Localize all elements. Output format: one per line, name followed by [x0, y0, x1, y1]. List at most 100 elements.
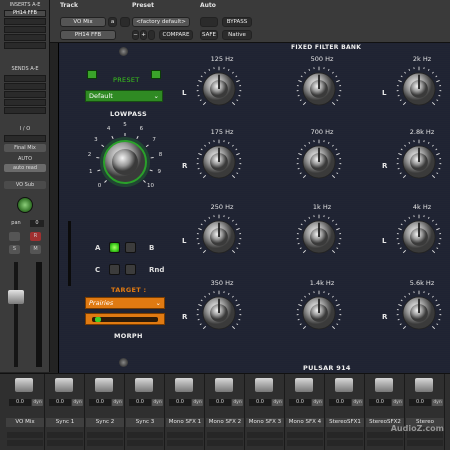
channel-fader[interactable]	[95, 378, 113, 392]
slot-a-button[interactable]	[109, 242, 120, 253]
random-button[interactable]	[125, 264, 136, 275]
slot-c-label: C	[95, 266, 101, 274]
track-selector[interactable]: VO Mix	[60, 17, 106, 27]
channel-name[interactable]: Mono SFX 1	[166, 418, 204, 427]
band-gain-knob[interactable]	[194, 64, 244, 114]
channel-volume-value[interactable]: 0.0	[169, 399, 191, 406]
band-gain-knob[interactable]	[394, 64, 444, 114]
channel-dyn-button[interactable]: dyn	[232, 399, 243, 406]
group-selector[interactable]: VO Sub	[4, 181, 46, 189]
channel-name[interactable]: Mono SFX 2	[206, 418, 244, 427]
band-gain-knob[interactable]	[394, 137, 444, 187]
channel-dyn-button[interactable]: dyn	[352, 399, 363, 406]
channel-name[interactable]: StereoSFX1	[326, 418, 364, 427]
preset-next-button[interactable]: +	[140, 30, 147, 40]
channel-fader[interactable]	[375, 378, 393, 392]
channel-fader[interactable]	[55, 378, 73, 392]
channel-fader[interactable]	[415, 378, 433, 392]
target-dropdown[interactable]: Prairies ⌄	[85, 297, 165, 309]
channel-fader[interactable]	[255, 378, 273, 392]
preset-previous-button[interactable]: −	[132, 30, 139, 40]
output-selector[interactable]: Final Mix	[4, 144, 46, 152]
load-preset-icon[interactable]	[151, 70, 161, 79]
send-slot-5[interactable]	[4, 107, 46, 114]
band-frequency-label: 700 Hz	[310, 128, 334, 136]
volume-fader[interactable]	[8, 290, 24, 304]
channel-volume-value[interactable]: 0.0	[289, 399, 311, 406]
channel-volume-value[interactable]: 0.0	[369, 399, 391, 406]
band-gain-knob[interactable]	[294, 288, 344, 338]
channel-dyn-button[interactable]: dyn	[112, 399, 123, 406]
automation-mode[interactable]: auto read	[4, 164, 46, 172]
channel-fader[interactable]	[295, 378, 313, 392]
send-slot-4[interactable]	[4, 99, 46, 106]
channel-name[interactable]: Mono SFX 4	[286, 418, 324, 427]
band-gain-knob[interactable]	[394, 288, 444, 338]
channel-volume-value[interactable]: 0.0	[9, 399, 31, 406]
insert-slot-2[interactable]	[4, 18, 46, 25]
band-gain-knob[interactable]	[394, 212, 444, 262]
band-gain-knob[interactable]	[294, 137, 344, 187]
copy-settings-button[interactable]	[148, 30, 155, 40]
band-gain-knob[interactable]	[294, 64, 344, 114]
compare-button[interactable]: COMPARE	[159, 30, 193, 40]
native-indicator[interactable]: Native	[222, 30, 252, 40]
channel-dyn-button[interactable]: dyn	[312, 399, 323, 406]
channel-dyn-button[interactable]: dyn	[432, 399, 443, 406]
channel-dyn-button[interactable]: dyn	[32, 399, 43, 406]
input-monitor-button[interactable]	[9, 232, 20, 241]
channel-fader[interactable]	[135, 378, 153, 392]
send-slot-3[interactable]	[4, 91, 46, 98]
mute-button[interactable]: M	[30, 245, 41, 254]
insert-slot-3[interactable]	[4, 26, 46, 33]
channel-dyn-button[interactable]: dyn	[272, 399, 283, 406]
track-letter[interactable]: a	[108, 17, 117, 27]
channel-volume-value[interactable]: 0.0	[89, 399, 111, 406]
band-gain-knob[interactable]	[194, 212, 244, 262]
input-selector[interactable]	[4, 135, 46, 142]
preset-selector[interactable]: <factory default>	[132, 17, 190, 27]
save-preset-icon[interactable]	[87, 70, 97, 79]
insert-selector[interactable]: PH14 FFB	[60, 30, 116, 40]
channel-name[interactable]: Sync 2	[86, 418, 124, 427]
automation-button[interactable]	[200, 17, 218, 27]
band-gain-knob[interactable]	[294, 212, 344, 262]
channel-dyn-button[interactable]: dyn	[392, 399, 403, 406]
insert-slot-4[interactable]	[4, 34, 46, 41]
channel-volume-value[interactable]: 0.0	[49, 399, 71, 406]
bypass-button[interactable]: BYPASS	[222, 17, 252, 27]
channel-name[interactable]: Sync 3	[126, 418, 164, 427]
slot-b-button[interactable]	[125, 242, 136, 253]
channel-fader[interactable]	[215, 378, 233, 392]
channel-fader[interactable]	[175, 378, 193, 392]
safe-button[interactable]: SAFE	[200, 30, 218, 40]
pan-knob[interactable]	[17, 197, 33, 213]
preset-dropdown[interactable]: Default ⌄	[85, 90, 163, 102]
channel-dyn-button[interactable]: dyn	[72, 399, 83, 406]
channel-volume-value[interactable]: 0.0	[329, 399, 351, 406]
morph-thumb[interactable]	[95, 317, 101, 322]
channel-fader[interactable]	[15, 378, 33, 392]
target-title: TARGET :	[111, 286, 147, 294]
send-slot-1[interactable]	[4, 75, 46, 82]
channel-volume-value[interactable]: 0.0	[249, 399, 271, 406]
channel-volume-value[interactable]: 0.0	[129, 399, 151, 406]
preset-menu-button[interactable]	[120, 17, 130, 27]
record-button[interactable]: R	[30, 232, 41, 241]
channel-volume-value[interactable]: 0.0	[209, 399, 231, 406]
channel-fader[interactable]	[335, 378, 353, 392]
channel-name[interactable]: Sync 1	[46, 418, 84, 427]
channel-name[interactable]: VO Mix	[6, 418, 44, 427]
morph-slider[interactable]	[85, 313, 165, 325]
band-gain-knob[interactable]	[194, 288, 244, 338]
insert-slot-1[interactable]: PH14 FFB	[4, 10, 46, 17]
band-gain-knob[interactable]	[194, 137, 244, 187]
channel-dyn-button[interactable]: dyn	[152, 399, 163, 406]
solo-button[interactable]: S	[9, 245, 20, 254]
send-slot-2[interactable]	[4, 83, 46, 90]
channel-dyn-button[interactable]: dyn	[192, 399, 203, 406]
insert-slot-5[interactable]	[4, 42, 46, 49]
channel-name[interactable]: Mono SFX 3	[246, 418, 284, 427]
slot-c-button[interactable]	[109, 264, 120, 275]
channel-volume-value[interactable]: 0.0	[409, 399, 431, 406]
